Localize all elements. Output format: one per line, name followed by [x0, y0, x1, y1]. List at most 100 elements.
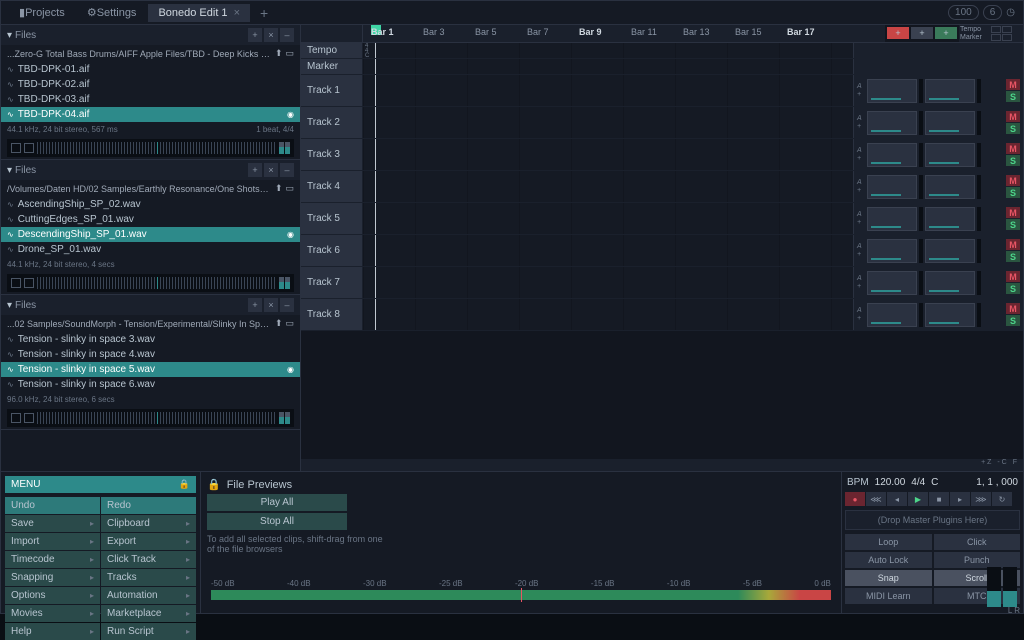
up-icon[interactable]: ⬆ [275, 318, 283, 329]
track-lane[interactable] [363, 75, 853, 106]
file-item[interactable]: ∿DescendingShip_SP_01.wav◉ [1, 227, 300, 242]
waveform-preview[interactable] [7, 409, 294, 427]
dash-icon[interactable]: – [280, 163, 294, 177]
panel-path[interactable]: /Volumes/Daten HD/02 Samples/Earthly Res… [1, 180, 300, 197]
file-item[interactable]: ∿TBD-DPK-04.aif◉ [1, 107, 300, 122]
toggle-marker[interactable]: Marker [960, 34, 990, 41]
zoom-fit[interactable]: F [1013, 459, 1017, 471]
menu-item-import[interactable]: Import▸ [5, 533, 100, 550]
solo-button[interactable]: S [1006, 123, 1020, 134]
track-lane[interactable]: 44C [363, 43, 853, 58]
close-icon[interactable]: × [264, 163, 278, 177]
volume-block[interactable] [867, 207, 917, 231]
menu-item-snapping[interactable]: Snapping▸ [5, 569, 100, 586]
close-icon[interactable]: × [264, 298, 278, 312]
pan-block[interactable] [925, 175, 975, 199]
arm-letter[interactable]: A [857, 115, 865, 122]
arm-letter[interactable]: A [857, 275, 865, 282]
back-button[interactable]: ◂ [887, 492, 907, 506]
menu-item-tracks[interactable]: Tracks▸ [101, 569, 196, 586]
arm-letter[interactable]: A [857, 147, 865, 154]
file-item[interactable]: ∿TBD-DPK-03.aif [1, 92, 300, 107]
folder-icon[interactable]: ▭ [285, 183, 294, 194]
timeline-ruler[interactable]: Bar 1Bar 3Bar 5Bar 7Bar 9Bar 11Bar 13Bar… [363, 25, 885, 42]
zoom-in[interactable]: + Z [981, 459, 991, 471]
tab-document[interactable]: Bonedo Edit 1× [148, 4, 250, 22]
end-button[interactable]: ⋙ [971, 492, 991, 506]
arm-letter[interactable]: A [857, 307, 865, 314]
play-icon[interactable] [24, 413, 34, 423]
menu-item-clipboard[interactable]: Clipboard▸ [101, 515, 196, 532]
plus-letter[interactable]: + [857, 187, 865, 194]
menu-item-redo[interactable]: Redo [101, 497, 196, 514]
option-auto-lock[interactable]: Auto Lock [845, 552, 932, 568]
waveform[interactable] [37, 277, 276, 289]
stop-all-button[interactable]: Stop All [207, 513, 347, 530]
mute-button[interactable]: M [1006, 143, 1020, 154]
chevron-down-icon[interactable]: ▾ [7, 300, 12, 311]
plus-letter[interactable]: + [857, 155, 865, 162]
arm-letter[interactable]: A [857, 211, 865, 218]
track-label[interactable]: Tempo [301, 43, 363, 58]
mute-button[interactable]: M [1006, 239, 1020, 250]
file-item[interactable]: ∿Tension - slinky in space 3.wav [1, 332, 300, 347]
stop-icon[interactable] [11, 413, 21, 423]
file-item[interactable]: ∿TBD-DPK-02.aif [1, 77, 300, 92]
track-label[interactable]: Track 8 [301, 299, 363, 330]
master-plugins-drop[interactable]: (Drop Master Plugins Here) [845, 510, 1020, 530]
plus-letter[interactable]: + [857, 283, 865, 290]
track-label[interactable]: Track 6 [301, 235, 363, 266]
file-item[interactable]: ∿TBD-DPK-01.aif [1, 62, 300, 77]
fwd-button[interactable]: ▸ [950, 492, 970, 506]
volume-block[interactable] [867, 175, 917, 199]
pan-block[interactable] [925, 143, 975, 167]
solo-button[interactable]: S [1006, 219, 1020, 230]
track-lane[interactable] [363, 299, 853, 330]
rewind-button[interactable]: ⋘ [866, 492, 886, 506]
menu-item-click-track[interactable]: Click Track▸ [101, 551, 196, 568]
solo-button[interactable]: S [1006, 155, 1020, 166]
zoom-out[interactable]: - C [997, 459, 1006, 471]
lock-icon[interactable]: 🔒 [207, 478, 221, 491]
toggle-box[interactable] [1002, 26, 1012, 33]
folder-icon[interactable]: ▭ [285, 318, 294, 329]
file-item[interactable]: ∿AscendingShip_SP_02.wav [1, 197, 300, 212]
volume-block[interactable] [867, 143, 917, 167]
file-item[interactable]: ∿CuttingEdges_SP_01.wav [1, 212, 300, 227]
close-icon[interactable]: × [264, 28, 278, 42]
loop-button[interactable]: ↻ [992, 492, 1012, 506]
option-punch[interactable]: Punch [934, 552, 1021, 568]
menu-item-save[interactable]: Save▸ [5, 515, 100, 532]
solo-button[interactable]: S [1006, 187, 1020, 198]
track-lane[interactable] [363, 203, 853, 234]
track-lane[interactable] [363, 235, 853, 266]
waveform[interactable] [37, 142, 276, 154]
menu-item-run-script[interactable]: Run Script▸ [101, 623, 196, 640]
toggle-box[interactable] [1002, 34, 1012, 41]
volume-block[interactable] [867, 111, 917, 135]
add-icon[interactable]: + [248, 28, 262, 42]
up-icon[interactable]: ⬆ [275, 48, 283, 59]
file-item[interactable]: ∿Drone_SP_01.wav [1, 242, 300, 257]
play-icon[interactable] [24, 143, 34, 153]
plus-letter[interactable]: + [857, 219, 865, 226]
pan-block[interactable] [925, 239, 975, 263]
track-label[interactable]: Track 7 [301, 267, 363, 298]
file-item[interactable]: ∿Tension - slinky in space 6.wav [1, 377, 300, 392]
menu-item-undo[interactable]: Undo [5, 497, 100, 514]
plus-letter[interactable]: + [857, 123, 865, 130]
pan-block[interactable] [925, 207, 975, 231]
track-label[interactable]: Track 3 [301, 139, 363, 170]
file-item[interactable]: ∿Tension - slinky in space 4.wav [1, 347, 300, 362]
arm-letter[interactable]: A [857, 243, 865, 250]
bpm-value[interactable]: 120.00 [875, 477, 906, 488]
track-lane[interactable] [363, 267, 853, 298]
track-lane[interactable] [363, 171, 853, 202]
up-icon[interactable]: ⬆ [275, 183, 283, 194]
pan-block[interactable] [925, 111, 975, 135]
dash-icon[interactable]: – [280, 28, 294, 42]
folder-icon[interactable]: ▭ [285, 48, 294, 59]
marker-add-red[interactable]: + [887, 27, 909, 39]
arm-letter[interactable]: A [857, 179, 865, 186]
mute-button[interactable]: M [1006, 175, 1020, 186]
